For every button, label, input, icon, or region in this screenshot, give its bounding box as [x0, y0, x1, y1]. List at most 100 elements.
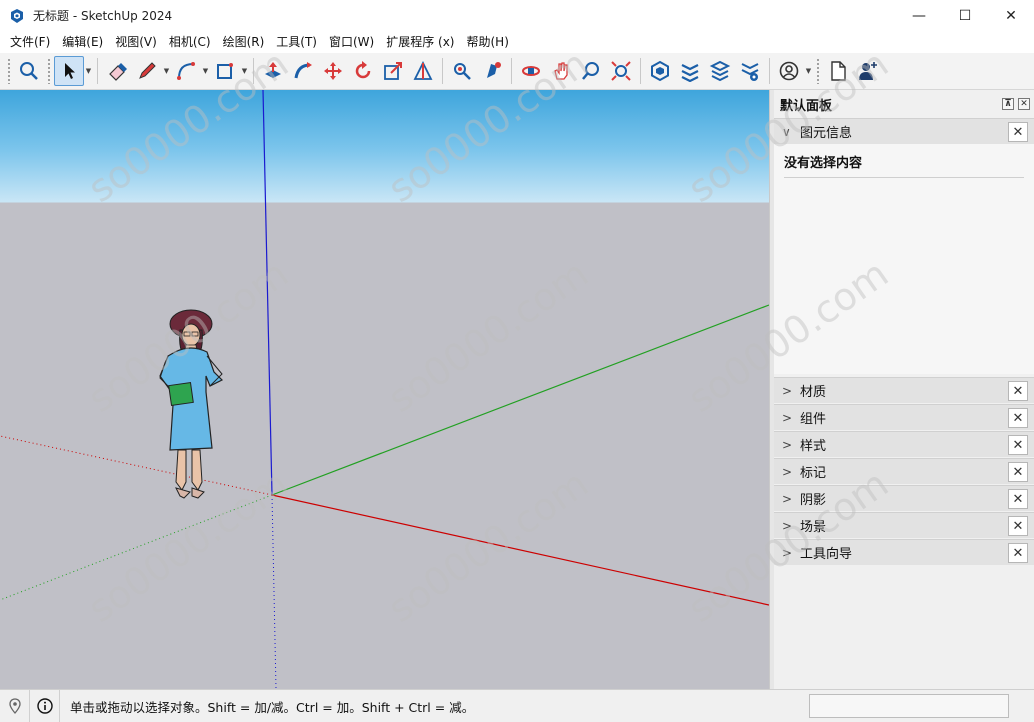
tray-close-icon[interactable]: ✕	[1008, 462, 1028, 482]
tray-close-icon[interactable]: ✕	[1008, 381, 1028, 401]
panel-close-icon[interactable]: ✕	[1018, 98, 1030, 110]
geo-location-icon[interactable]	[0, 689, 30, 722]
scale-icon[interactable]	[378, 56, 408, 86]
zoom-window-icon[interactable]	[606, 56, 636, 86]
tray-scenes[interactable]: > 场景 ✕	[774, 512, 1034, 538]
chevron-right-icon: >	[782, 383, 793, 398]
tray-instructor[interactable]: > 工具向导 ✕	[774, 539, 1034, 565]
tray-close-icon[interactable]: ✕	[1008, 489, 1028, 509]
walk-icon[interactable]	[477, 56, 507, 86]
selection-status: 没有选择内容	[784, 152, 1024, 178]
menu-tools[interactable]: 工具(T)	[270, 31, 323, 53]
modeling-viewport[interactable]	[0, 90, 769, 689]
close-button[interactable]: ✕	[988, 0, 1034, 31]
push-pull-icon[interactable]	[258, 56, 288, 86]
tray-label: 样式	[800, 439, 827, 454]
extension-warehouse-icon[interactable]	[675, 56, 705, 86]
rectangle-dropdown-icon[interactable]: ▼	[240, 56, 249, 86]
tray-close-icon[interactable]: ✕	[1008, 543, 1028, 563]
pin-icon[interactable]: ⊼	[1002, 98, 1014, 110]
tray-close-icon[interactable]: ✕	[1008, 122, 1028, 142]
collapsed-trays: > 材质 ✕ > 组件 ✕ > 样式 ✕ > 标记 ✕ > 阴影 ✕ > 场景 …	[774, 377, 1034, 566]
status-bar: 单击或拖动以选择对象。Shift = 加/减。Ctrl = 加。Shift + …	[0, 689, 1034, 722]
toolbar-separator	[442, 58, 443, 84]
default-tray-panel: 默认面板 ⊼ ✕ ∨ 图元信息 ✕ 没有选择内容 > 材质 ✕ > 组件 ✕ >…	[774, 90, 1034, 689]
toolbar-separator	[511, 58, 512, 84]
tray-label: 场景	[800, 520, 827, 535]
layout-icon[interactable]	[705, 56, 735, 86]
tray-close-icon[interactable]: ✕	[1008, 408, 1028, 428]
menu-draw[interactable]: 绘图(R)	[217, 31, 271, 53]
toolbar-separator	[97, 58, 98, 84]
menu-edit[interactable]: 编辑(E)	[56, 31, 109, 53]
title-bar: 无标题 - SketchUp 2024 — ☐ ✕	[0, 0, 1034, 31]
zoom-icon[interactable]	[576, 56, 606, 86]
tray-label: 标记	[800, 466, 827, 481]
account-icon[interactable]	[774, 56, 804, 86]
zoom-extents-icon[interactable]	[14, 56, 44, 86]
menu-extensions[interactable]: 扩展程序 (x)	[380, 31, 460, 53]
menu-window[interactable]: 窗口(W)	[323, 31, 380, 53]
sketchup-window: 无标题 - SketchUp 2024 — ☐ ✕ 文件(F) 编辑(E) 视图…	[0, 0, 1034, 722]
menu-view[interactable]: 视图(V)	[109, 31, 163, 53]
viewport-scene	[0, 90, 769, 689]
move-icon[interactable]	[318, 56, 348, 86]
chevron-right-icon: >	[782, 464, 793, 479]
scale-figure[interactable]	[159, 309, 224, 499]
select-dropdown-icon[interactable]: ▼	[84, 56, 93, 86]
panel-header: 默认面板 ⊼ ✕	[774, 90, 1034, 118]
position-camera-icon[interactable]	[447, 56, 477, 86]
blue-axis-negative	[271, 494, 277, 689]
tray-label: 工具向导	[800, 547, 853, 562]
tray-tags[interactable]: > 标记 ✕	[774, 458, 1034, 484]
arc-icon[interactable]	[171, 56, 201, 86]
eraser-icon[interactable]	[102, 56, 132, 86]
extension-manager-icon[interactable]	[735, 56, 765, 86]
new-file-icon[interactable]	[823, 56, 853, 86]
minimize-button[interactable]: —	[896, 0, 942, 31]
menu-bar: 文件(F) 编辑(E) 视图(V) 相机(C) 绘图(R) 工具(T) 窗口(W…	[0, 31, 1034, 53]
rotate-icon[interactable]	[348, 56, 378, 86]
3d-warehouse-icon[interactable]	[645, 56, 675, 86]
pencil-dropdown-icon[interactable]: ▼	[162, 56, 171, 86]
arc-dropdown-icon[interactable]: ▼	[201, 56, 210, 86]
tray-close-icon[interactable]: ✕	[1008, 516, 1028, 536]
info-icon[interactable]	[30, 689, 60, 722]
orbit-icon[interactable]	[516, 56, 546, 86]
toolbar-separator	[640, 58, 641, 84]
tray-label: 组件	[800, 412, 827, 427]
menu-file[interactable]: 文件(F)	[4, 31, 56, 53]
menu-camera[interactable]: 相机(C)	[163, 31, 217, 53]
pencil-icon[interactable]	[132, 56, 162, 86]
tray-components[interactable]: > 组件 ✕	[774, 404, 1034, 430]
green-axis-negative	[0, 494, 273, 601]
red-axis	[271, 494, 769, 606]
menu-help[interactable]: 帮助(H)	[460, 31, 514, 53]
status-hint: 单击或拖动以选择对象。Shift = 加/减。Ctrl = 加。Shift + …	[70, 699, 475, 715]
measurements-box[interactable]	[809, 694, 1009, 718]
maximize-button[interactable]: ☐	[942, 0, 988, 31]
chevron-right-icon: >	[782, 410, 793, 425]
toolbar-grip[interactable]	[7, 58, 11, 84]
tray-entity-info[interactable]: ∨ 图元信息 ✕	[774, 118, 1034, 144]
account-dropdown-icon[interactable]: ▼	[804, 56, 813, 86]
select-icon[interactable]	[54, 56, 84, 86]
tray-label: 图元信息	[800, 126, 853, 141]
add-user-icon[interactable]	[853, 56, 883, 86]
tray-materials[interactable]: > 材质 ✕	[774, 377, 1034, 403]
pan-icon[interactable]	[546, 56, 576, 86]
toolbar-grip[interactable]	[816, 58, 820, 84]
chevron-down-icon: ∨	[782, 124, 791, 139]
chevron-right-icon: >	[782, 518, 793, 533]
toolbar-grip[interactable]	[47, 58, 51, 84]
sketchup-logo-icon	[11, 8, 23, 23]
tape-measure-icon[interactable]	[408, 56, 438, 86]
tray-shadows[interactable]: > 阴影 ✕	[774, 485, 1034, 511]
tray-styles[interactable]: > 样式 ✕	[774, 431, 1034, 457]
entity-info-body: 没有选择内容	[774, 144, 1034, 374]
green-axis	[271, 304, 769, 496]
follow-me-icon[interactable]	[288, 56, 318, 86]
rectangle-icon[interactable]	[210, 56, 240, 86]
toolbar-separator	[253, 58, 254, 84]
tray-close-icon[interactable]: ✕	[1008, 435, 1028, 455]
